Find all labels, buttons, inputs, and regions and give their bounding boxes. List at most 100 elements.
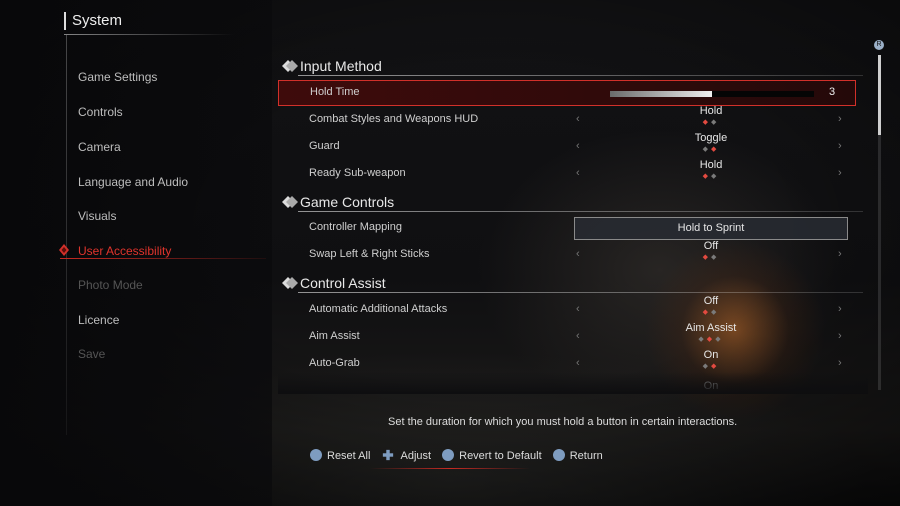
- section-control-assist: Control Assist: [282, 274, 386, 292]
- option-dot: ◆: [711, 363, 720, 370]
- scrollbar-thumb[interactable]: [878, 55, 881, 135]
- scroll-stick-icon: R: [874, 40, 884, 50]
- revert-prompt[interactable]: Revert to Default: [442, 449, 542, 462]
- option-dots: ◆◆: [618, 173, 804, 181]
- setting-row-aim-assist[interactable]: Aim Assist ‹ Aim Assist ◆◆◆ ›: [278, 322, 856, 351]
- prompt-label: Adjust: [400, 450, 432, 462]
- setting-value: Aim Assist: [685, 322, 737, 334]
- setting-label: Ready Sub-weapon: [309, 167, 406, 179]
- prompt-label: Reset All: [327, 450, 371, 462]
- title-underline: [64, 34, 234, 35]
- nav-item-game-settings[interactable]: Game Settings: [78, 69, 157, 85]
- section-diamond-icon: [282, 277, 298, 290]
- option-dots: ◆◆: [618, 309, 804, 317]
- nav-item-language-audio[interactable]: Language and Audio: [78, 174, 188, 190]
- option-dot: ◆: [711, 146, 720, 153]
- section-diamond-icon: [282, 60, 298, 73]
- list-fade: [278, 372, 868, 394]
- nav-item-camera[interactable]: Camera: [78, 139, 121, 155]
- option-dots: ◆◆: [618, 363, 804, 371]
- help-text: Set the duration for which you must hold…: [388, 416, 738, 428]
- nav-item-photo-mode[interactable]: Photo Mode: [78, 277, 143, 293]
- section-title: Input Method: [300, 58, 382, 74]
- adjust-prompt[interactable]: Adjust: [381, 449, 432, 462]
- active-diamond-icon: [59, 244, 69, 256]
- chevron-right-icon[interactable]: ›: [838, 357, 842, 369]
- option-dot: ◆: [715, 336, 724, 343]
- nav-item-save[interactable]: Save: [78, 346, 105, 362]
- setting-label: Aim Assist: [309, 330, 360, 342]
- setting-row-auto-attacks[interactable]: Automatic Additional Attacks ‹ Off ◆◆ ›: [278, 295, 856, 324]
- setting-label: Auto-Grab: [309, 357, 360, 369]
- option-dot: ◆: [702, 173, 711, 180]
- setting-row-controller-mapping[interactable]: Controller Mapping Hold to Sprint: [278, 216, 856, 242]
- reset-all-prompt[interactable]: Reset All: [310, 449, 371, 462]
- nav-item-visuals[interactable]: Visuals: [78, 208, 116, 224]
- setting-value: Off: [703, 240, 719, 252]
- chevron-left-icon[interactable]: ‹: [576, 248, 580, 260]
- chevron-right-icon[interactable]: ›: [838, 167, 842, 179]
- nav-item-user-accessibility[interactable]: User Accessibility: [78, 243, 171, 259]
- chevron-left-icon[interactable]: ‹: [576, 303, 580, 315]
- section-divider: [298, 211, 863, 212]
- option-dot: ◆: [706, 336, 716, 343]
- return-prompt[interactable]: Return: [552, 449, 603, 462]
- option-dot: ◆: [702, 363, 711, 370]
- setting-label: Swap Left & Right Sticks: [309, 248, 430, 260]
- chevron-right-icon[interactable]: ›: [838, 140, 842, 152]
- setting-label: Combat Styles and Weapons HUD: [309, 113, 479, 125]
- chevron-right-icon[interactable]: ›: [838, 303, 842, 315]
- setting-label: Automatic Additional Attacks: [309, 303, 448, 315]
- chevron-left-icon[interactable]: ‹: [576, 357, 580, 369]
- prompt-label: Revert to Default: [459, 450, 542, 462]
- nav-rail-line: [66, 35, 67, 435]
- option-dot: ◆: [702, 309, 711, 316]
- setting-row-hold-time[interactable]: Hold Time 3: [278, 80, 856, 106]
- nav-item-licence[interactable]: Licence: [78, 312, 119, 328]
- scrollbar[interactable]: [878, 55, 881, 390]
- chevron-left-icon[interactable]: ‹: [576, 113, 580, 125]
- setting-label: Hold Time: [310, 86, 360, 98]
- setting-value: Hold: [699, 159, 723, 171]
- option-dot: ◆: [698, 336, 707, 343]
- setting-value: Off: [703, 295, 719, 307]
- hold-time-slider[interactable]: [610, 91, 814, 97]
- button-prompts: Reset All Adjust Revert to Default Retur…: [310, 449, 611, 466]
- option-dots: ◆◆: [618, 254, 804, 262]
- chevron-left-icon[interactable]: ‹: [576, 330, 580, 342]
- setting-value: Hold: [699, 105, 723, 117]
- slider-value: 3: [829, 86, 836, 98]
- chevron-right-icon[interactable]: ›: [838, 248, 842, 260]
- slider-fill: [610, 91, 712, 97]
- section-divider: [298, 292, 863, 293]
- controller-mapping-button[interactable]: Hold to Sprint: [574, 217, 848, 240]
- square-button-icon: [442, 449, 455, 462]
- option-dots: ◆◆: [618, 119, 804, 127]
- setting-label: Guard: [309, 140, 340, 152]
- chevron-left-icon[interactable]: ‹: [576, 167, 580, 179]
- dpad-icon: [383, 449, 394, 461]
- option-dot: ◆: [711, 119, 720, 126]
- setting-row-combat-hud[interactable]: Combat Styles and Weapons HUD ‹ Hold ◆◆ …: [278, 105, 856, 134]
- option-dot: ◆: [711, 309, 720, 316]
- chevron-right-icon[interactable]: ›: [838, 330, 842, 342]
- option-dot: ◆: [702, 254, 711, 261]
- page-title: System: [64, 12, 122, 30]
- chevron-right-icon[interactable]: ›: [838, 113, 842, 125]
- option-dots: ◆◆◆: [618, 336, 804, 344]
- option-dots: ◆◆: [618, 146, 804, 154]
- section-title: Game Controls: [300, 194, 395, 210]
- setting-row-swap-sticks[interactable]: Swap Left & Right Sticks ‹ Off ◆◆ ›: [278, 240, 856, 269]
- option-dot: ◆: [711, 254, 720, 261]
- touchpad-button-icon: [310, 449, 322, 462]
- section-input-method: Input Method: [282, 57, 382, 75]
- setting-row-guard[interactable]: Guard ‹ Toggle ◆◆ ›: [278, 132, 856, 161]
- nav-item-controls[interactable]: Controls: [78, 104, 123, 120]
- prompt-label: Return: [569, 450, 603, 462]
- option-dot: ◆: [702, 119, 711, 126]
- section-game-controls: Game Controls: [282, 193, 394, 211]
- setting-label: Controller Mapping: [309, 221, 402, 233]
- chevron-left-icon[interactable]: ‹: [576, 140, 580, 152]
- circle-button-icon: [552, 449, 565, 462]
- setting-row-ready-sub-weapon[interactable]: Ready Sub-weapon ‹ Hold ◆◆ ›: [278, 159, 856, 188]
